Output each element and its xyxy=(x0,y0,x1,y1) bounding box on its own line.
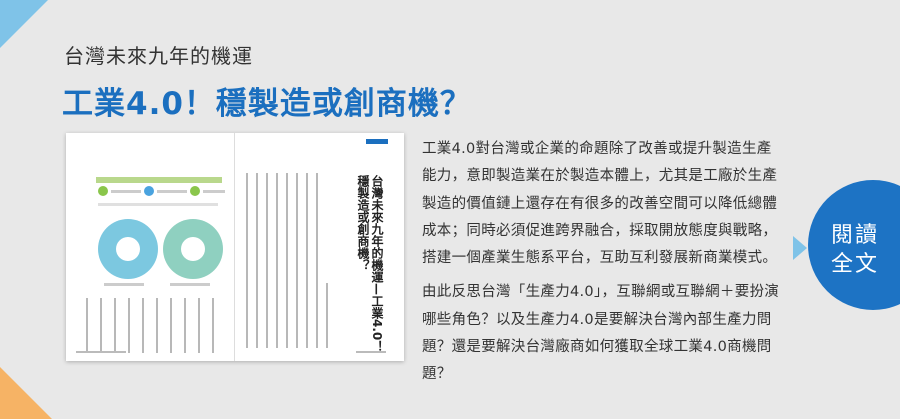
page-title: 工業4.0！穩製造或創商機？ xyxy=(62,86,472,122)
magazine-spread-image: 台灣未來九年的機運—工業4.0！穩製造或創商機？ xyxy=(66,133,404,361)
arrow-right-icon xyxy=(793,236,807,260)
magazine-text-column xyxy=(326,283,328,348)
corner-decoration-bottom-left xyxy=(0,367,52,419)
infographic-wheel-center xyxy=(181,237,205,261)
magazine-text-column xyxy=(86,298,88,353)
magazine-infographic-header xyxy=(96,177,222,183)
summary-paragraph-2: 由此反思台灣「生產力4.0」，互聯網或互聯網＋要扮演哪些角色？以及生產力4.0是… xyxy=(422,284,780,383)
infographic-bullet-icon xyxy=(144,186,154,196)
magazine-text-column xyxy=(316,173,318,348)
infographic-wheel-center xyxy=(116,237,140,261)
infographic-text-line xyxy=(98,203,218,206)
magazine-text-column xyxy=(306,173,308,348)
magazine-text-column xyxy=(266,173,268,348)
read-button-label-line1: 閱讀 xyxy=(830,223,879,248)
magazine-vertical-title: 台灣未來九年的機運—工業4.0！穩製造或創商機？ xyxy=(356,175,384,353)
summary-paragraph-1: 工業4.0對台灣或企業的命題除了改善或提升製造生產能力，意即製造業在於製造本體上… xyxy=(422,141,778,267)
infographic-text-line xyxy=(203,190,225,193)
magazine-text-column xyxy=(198,298,200,353)
magazine-text-column xyxy=(128,298,130,353)
infographic-caption xyxy=(170,283,210,286)
magazine-text-column xyxy=(286,173,288,348)
infographic-text-line xyxy=(157,190,187,193)
magazine-footer xyxy=(356,351,386,353)
infographic-caption xyxy=(104,283,144,286)
magazine-text-column xyxy=(212,298,214,353)
magazine-text-column xyxy=(184,298,186,353)
magazine-text-column xyxy=(100,298,102,353)
infographic-bullet-icon xyxy=(98,186,108,196)
read-full-article-button[interactable]: 閱讀 全文 xyxy=(808,180,900,310)
magazine-text-column xyxy=(246,173,248,348)
read-button-label-line2: 全文 xyxy=(830,252,879,277)
infographic-text-line xyxy=(111,190,141,193)
magazine-text-column xyxy=(142,298,144,353)
magazine-text-column xyxy=(276,173,278,348)
magazine-footer xyxy=(76,351,126,353)
magazine-text-column xyxy=(156,298,158,353)
article-summary: 工業4.0對台灣或企業的命題除了改善或提升製造生產能力，意即製造業在於製造本體上… xyxy=(422,136,782,396)
magazine-section-tag xyxy=(366,139,388,144)
infographic-bullet-icon xyxy=(190,186,200,196)
corner-decoration-top-left xyxy=(0,0,48,48)
magazine-text-column xyxy=(114,298,116,353)
magazine-text-column xyxy=(296,173,298,348)
magazine-text-column xyxy=(170,298,172,353)
magazine-text-column xyxy=(256,173,258,348)
page-subtitle: 台灣未來九年的機運 xyxy=(64,44,253,68)
magazine-spine xyxy=(234,133,235,361)
